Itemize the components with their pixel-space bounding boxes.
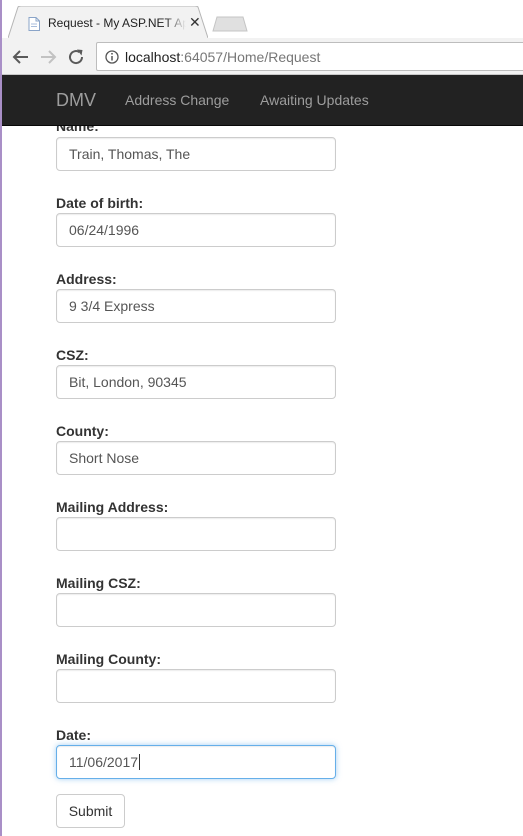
name-field[interactable]: Train, Thomas, The <box>56 137 336 171</box>
submit-button[interactable]: Submit <box>56 794 125 828</box>
county-label: County: <box>56 423 109 439</box>
text-caret <box>139 754 141 770</box>
dob-field[interactable]: 06/24/1996 <box>56 213 336 247</box>
date-label: Date: <box>56 727 92 743</box>
date-field-value: 11/06/2017 <box>69 754 139 770</box>
county-field[interactable]: Short Nose <box>56 441 336 475</box>
csz-label: CSZ: <box>56 347 89 363</box>
mailing-csz-label: Mailing CSZ: <box>56 575 141 591</box>
mailing-csz-field[interactable] <box>56 593 336 627</box>
mailing-address-label: Mailing Address: <box>56 499 169 515</box>
mailing-county-label: Mailing County: <box>56 651 161 667</box>
address-label: Address: <box>56 271 117 287</box>
brand-link[interactable]: DMV <box>56 90 96 111</box>
site-navbar: DMV Address Change Awaiting Updates <box>2 75 523 126</box>
mailing-address-field[interactable] <box>56 517 336 551</box>
mailing-county-field[interactable] <box>56 669 336 703</box>
address-field[interactable]: 9 3/4 Express <box>56 289 336 323</box>
nav-link-awaiting-updates[interactable]: Awaiting Updates <box>260 92 369 108</box>
dob-label: Date of birth: <box>56 195 144 211</box>
window-border <box>0 0 2 836</box>
csz-field[interactable]: Bit, London, 90345 <box>56 365 336 399</box>
date-field[interactable]: 11/06/2017 <box>56 745 336 779</box>
nav-link-address-change[interactable]: Address Change <box>125 92 229 108</box>
